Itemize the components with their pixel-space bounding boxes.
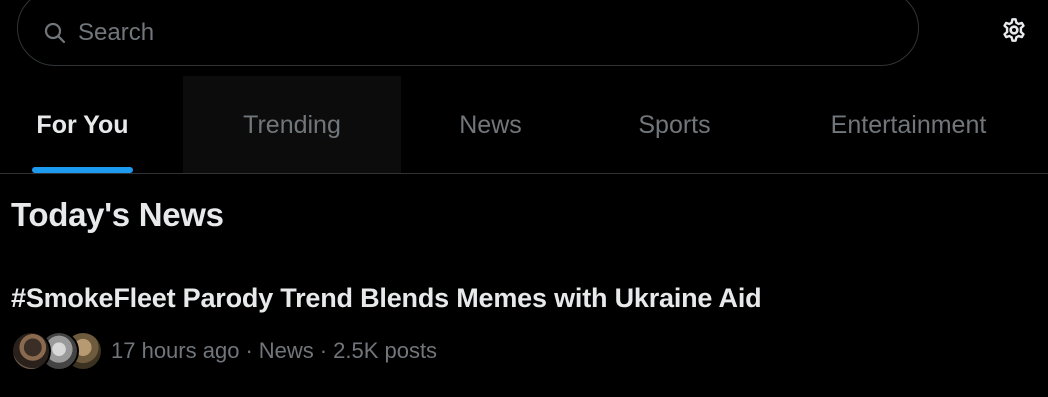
story-category: News [258, 338, 314, 363]
tab-bar: For You Trending News Sports Entertainme… [0, 76, 1048, 174]
tab-label: Sports [638, 111, 711, 139]
search-input[interactable] [78, 19, 878, 47]
tab-label: Entertainment [830, 111, 987, 139]
tab-trending[interactable]: Trending [183, 76, 401, 173]
tab-news[interactable]: News [401, 76, 580, 173]
news-story[interactable]: #SmokeFleet Parody Trend Blends Memes wi… [0, 268, 1048, 397]
tab-entertainment[interactable]: Entertainment [769, 76, 1048, 173]
search-bar[interactable] [17, 0, 919, 66]
story-post-count: 2.5K posts [333, 338, 438, 363]
tab-label: News [459, 111, 522, 139]
tab-label: For You [36, 111, 129, 139]
explore-page: For You Trending News Sports Entertainme… [0, 0, 1048, 397]
meta-separator: · [319, 338, 328, 363]
search-icon [42, 20, 68, 46]
active-tab-indicator [32, 167, 133, 173]
avatar [11, 331, 51, 371]
story-time: 17 hours ago [111, 338, 240, 363]
tab-for-you[interactable]: For You [0, 76, 165, 173]
meta-separator: · [245, 338, 253, 363]
tab-sports[interactable]: Sports [580, 76, 769, 173]
story-headline[interactable]: #SmokeFleet Parody Trend Blends Memes wi… [11, 283, 762, 314]
tab-label: Trending [243, 111, 341, 139]
section-title: Today's News [11, 196, 224, 233]
gear-icon[interactable] [996, 12, 1032, 48]
story-meta: 17 hours ago · News · 2.5K posts [11, 330, 437, 372]
avatar-stack [11, 330, 103, 372]
